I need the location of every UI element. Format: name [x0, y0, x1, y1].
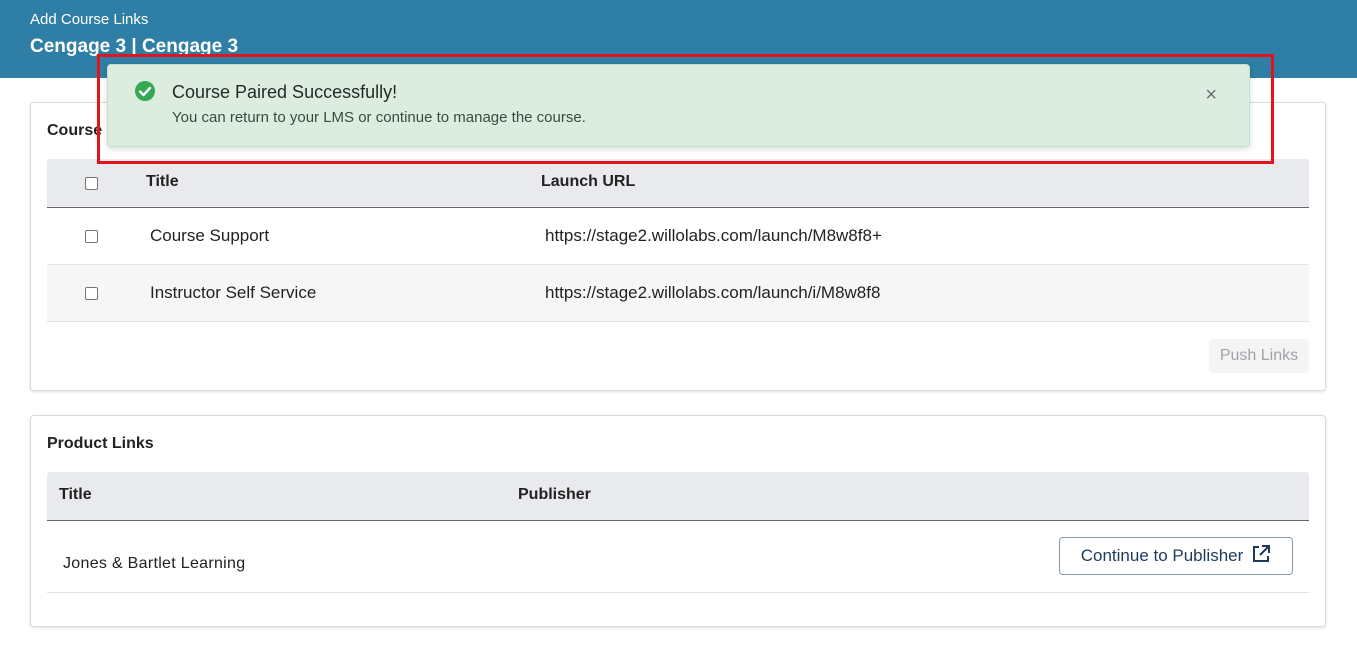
row-title: Course Support	[150, 226, 270, 245]
push-links-button[interactable]: Push Links	[1209, 339, 1309, 373]
product-links-card: Product Links Title Publisher Jones & Ba…	[30, 415, 1326, 627]
row-title: Jones & Bartlet Learning	[63, 555, 246, 572]
table-row: Course Support https://stage2.willolabs.…	[47, 208, 1309, 265]
row-launch-url: https://stage2.willolabs.com/launch/M8w8…	[545, 226, 882, 245]
table-row: Instructor Self Service https://stage2.w…	[47, 265, 1309, 322]
row-title: Instructor Self Service	[150, 283, 317, 302]
column-publisher: Publisher	[518, 486, 591, 503]
select-all-checkbox[interactable]	[85, 177, 98, 190]
product-links-heading: Product Links	[47, 435, 154, 452]
column-title: Title	[146, 173, 179, 190]
highlight-box	[97, 54, 1274, 164]
continue-to-publisher-button[interactable]: Continue to Publisher	[1059, 537, 1293, 575]
row-checkbox[interactable]	[85, 230, 98, 243]
external-link-icon	[1251, 544, 1271, 569]
row-launch-url: https://stage2.willolabs.com/launch/i/M8…	[545, 283, 881, 302]
product-links-table-header: Title Publisher	[47, 472, 1309, 521]
row-checkbox[interactable]	[85, 287, 98, 300]
column-title: Title	[59, 486, 92, 503]
column-launch-url: Launch URL	[541, 173, 636, 190]
course-links-table-header: Title Launch URL	[47, 159, 1309, 208]
header-subtitle: Add Course Links	[30, 11, 149, 28]
continue-to-publisher-label: Continue to Publisher	[1080, 546, 1244, 565]
